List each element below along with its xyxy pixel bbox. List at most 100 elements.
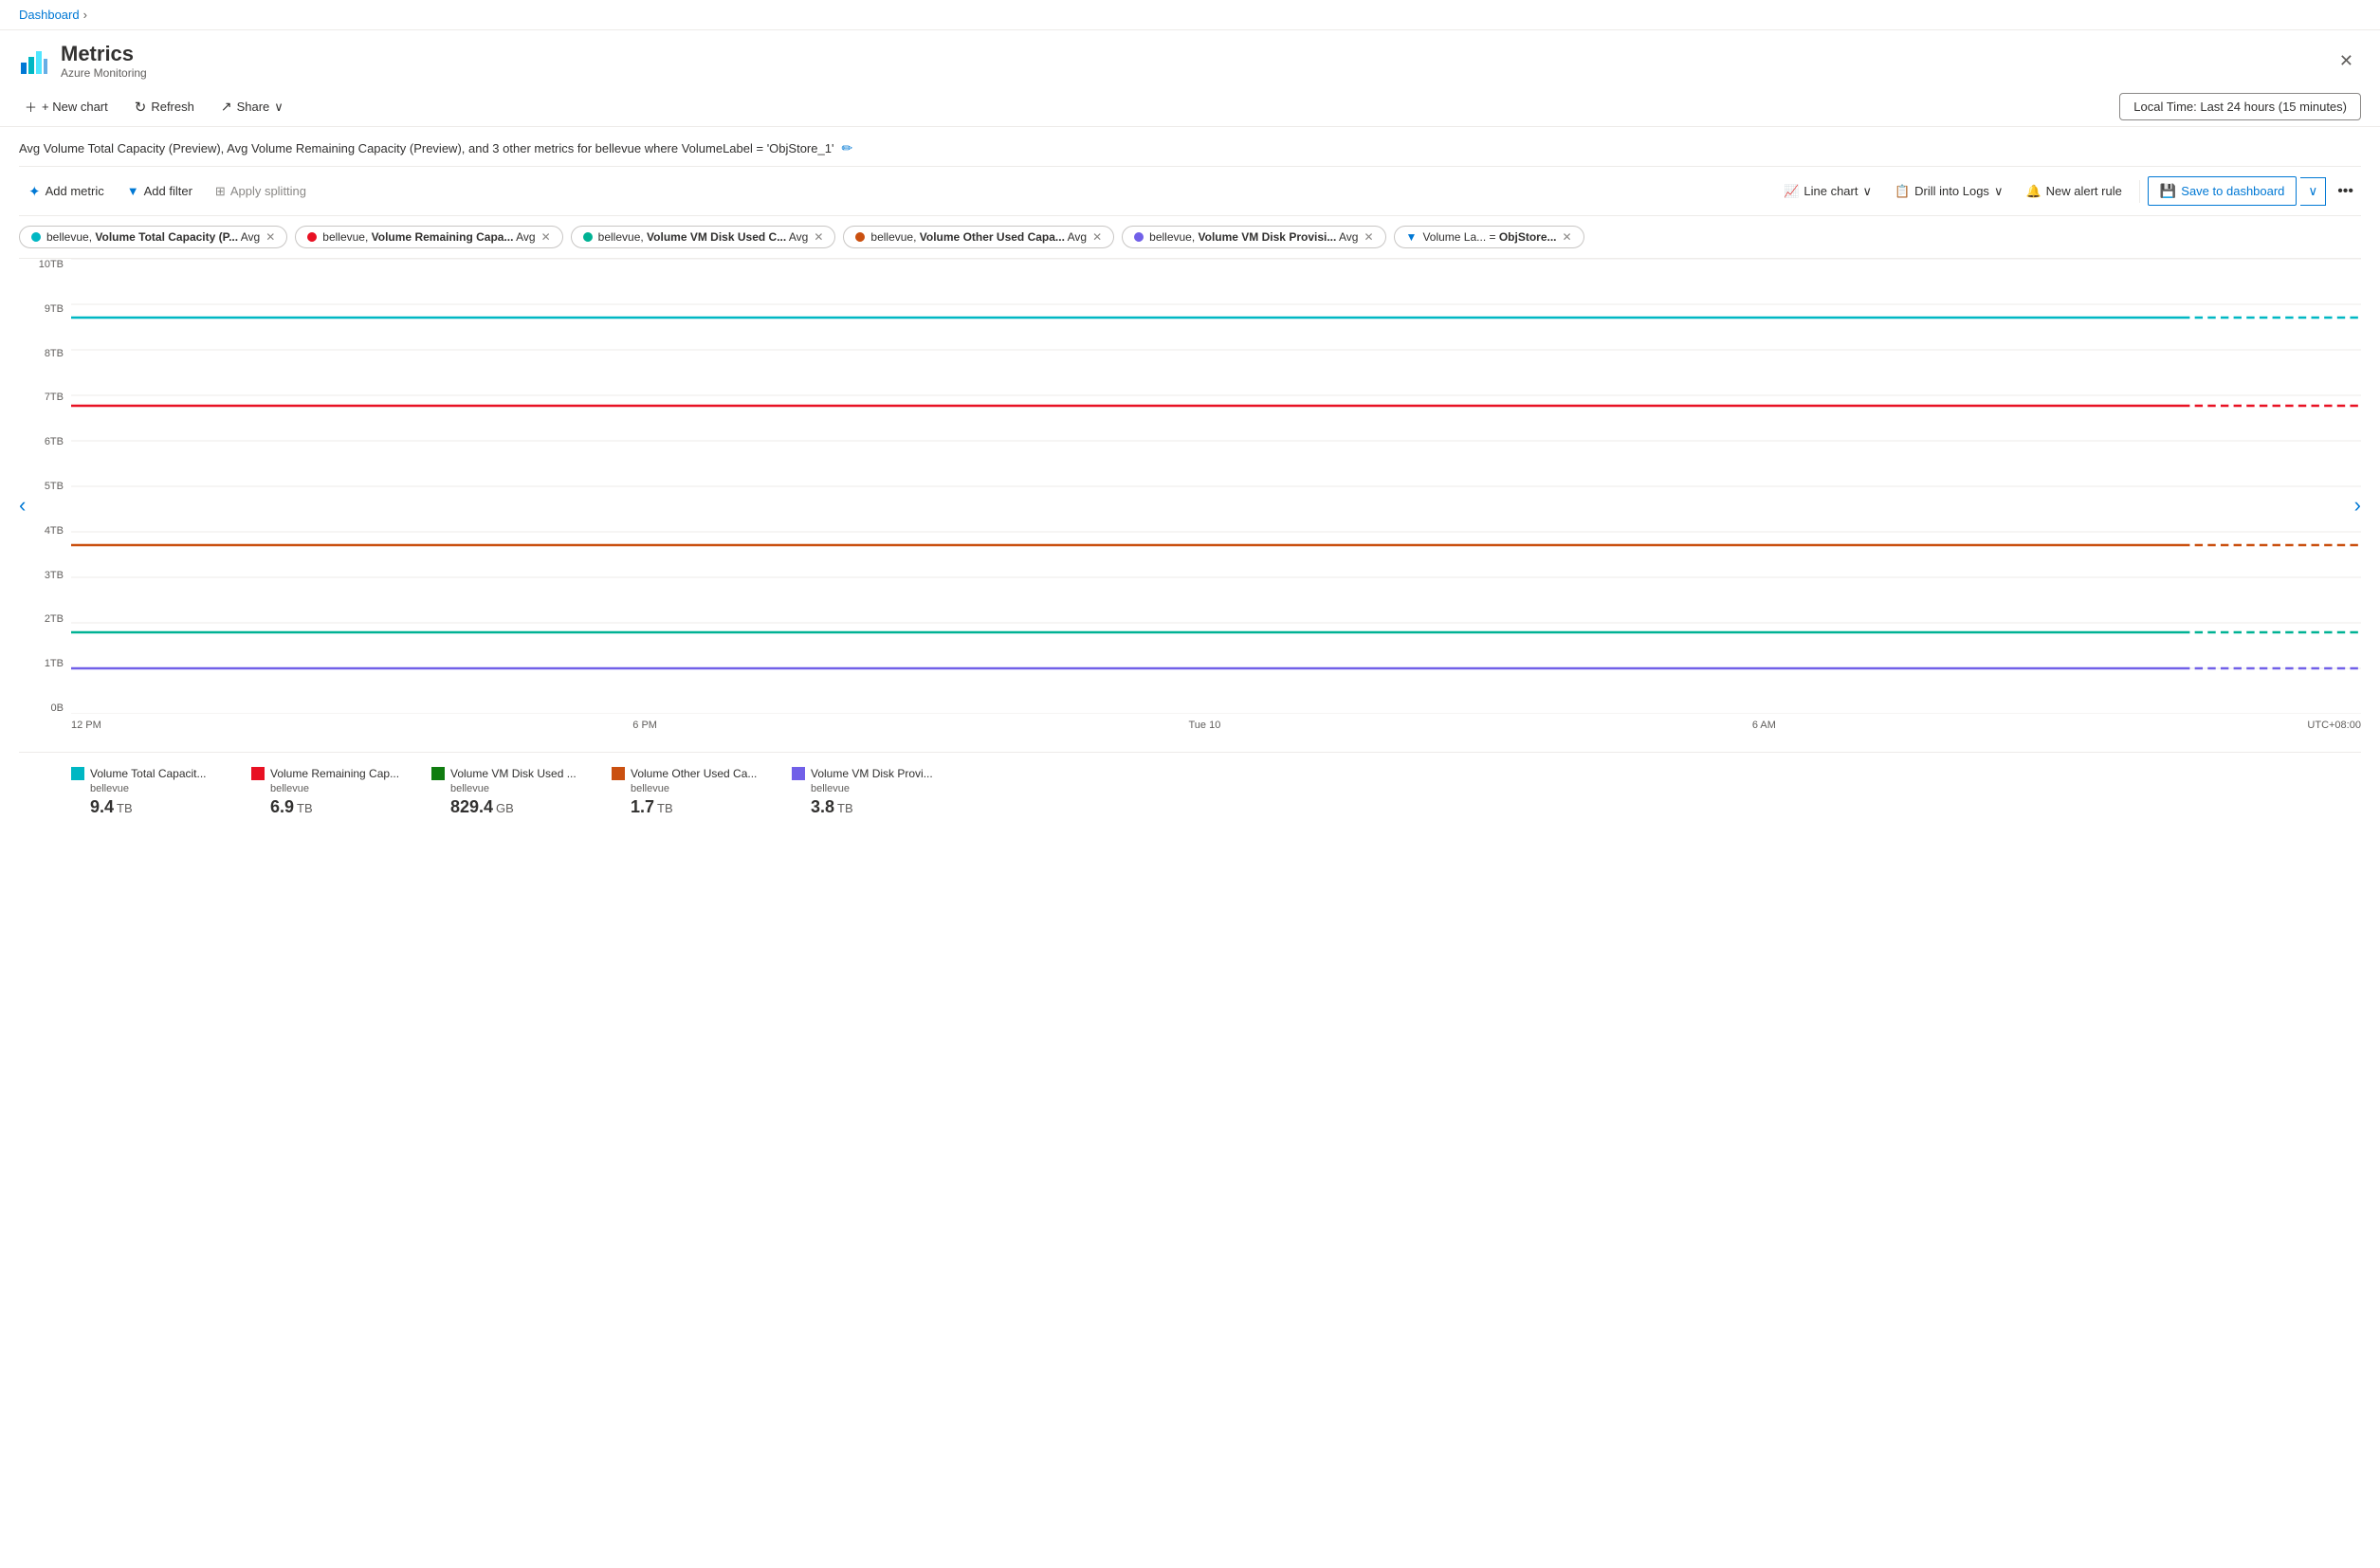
drill-logs-chevron: ∨ xyxy=(1994,184,2004,199)
page-header: Metrics Azure Monitoring ✕ xyxy=(0,30,2380,87)
add-filter-button[interactable]: ▼ Add filter xyxy=(118,178,202,204)
apply-splitting-label: Apply splitting xyxy=(230,184,306,198)
more-options-button[interactable]: ••• xyxy=(2330,177,2361,206)
alert-icon: 🔔 xyxy=(2025,184,2041,199)
add-metric-icon: ✦ xyxy=(28,183,41,200)
time-range-button[interactable]: Local Time: Last 24 hours (15 minutes) xyxy=(2119,93,2361,120)
refresh-icon: ↻ xyxy=(135,99,147,116)
line-chart-chevron: ∨ xyxy=(1862,184,1872,199)
y-label-0b: 0B xyxy=(51,702,64,714)
share-icon: ↗ xyxy=(221,99,232,115)
apply-splitting-button[interactable]: ⊞ Apply splitting xyxy=(206,178,316,205)
legend-vm-disk-used-sub: bellevue xyxy=(431,783,583,794)
legend-remaining-capacity-value: 6.9 TB xyxy=(251,797,403,817)
legend-other-used: Volume Other Used Ca... bellevue 1.7 TB xyxy=(612,767,763,817)
add-metric-button[interactable]: ✦ Add metric xyxy=(19,177,114,206)
breadcrumb-chevron: › xyxy=(83,8,87,22)
legend-vm-disk-used-color xyxy=(431,767,445,780)
split-icon: ⊞ xyxy=(215,184,226,199)
header-left: Metrics Azure Monitoring xyxy=(19,42,147,80)
page-title: Metrics xyxy=(61,42,147,66)
page-subtitle: Azure Monitoring xyxy=(61,66,147,80)
legend-total-capacity-sub: bellevue xyxy=(71,783,223,794)
y-label-8tb: 8TB xyxy=(45,348,64,359)
tag-remaining-capacity-label: bellevue, Volume Remaining Capa... Avg xyxy=(322,230,535,244)
tag-vm-disk-prov: bellevue, Volume VM Disk Provisi... Avg … xyxy=(1122,226,1385,248)
tag-total-capacity: bellevue, Volume Total Capacity (P... Av… xyxy=(19,226,287,248)
new-alert-rule-button[interactable]: 🔔 New alert rule xyxy=(2016,178,2131,205)
chart-area: ‹ › 10TB 9TB 8TB 7TB 6TB 5TB 4TB 3TB 2TB… xyxy=(19,259,2361,752)
tag-total-capacity-remove[interactable]: ✕ xyxy=(265,230,275,244)
legend-vm-disk-prov-unit: TB xyxy=(837,801,853,815)
breadcrumb[interactable]: Dashboard › xyxy=(19,8,87,22)
legend-area: Volume Total Capacit... bellevue 9.4 TB … xyxy=(19,752,2361,827)
tag-vm-disk-used-remove[interactable]: ✕ xyxy=(814,230,823,244)
share-chevron-icon: ∨ xyxy=(274,100,284,115)
legend-vm-disk-prov-sub: bellevue xyxy=(792,783,943,794)
line-chart-icon: 📈 xyxy=(1784,184,1799,199)
save-to-dashboard-button[interactable]: 💾 Save to dashboard xyxy=(2148,176,2298,206)
y-label-3tb: 3TB xyxy=(45,570,64,581)
legend-vm-disk-prov: Volume VM Disk Provi... bellevue 3.8 TB xyxy=(792,767,943,817)
tag-remaining-capacity: bellevue, Volume Remaining Capa... Avg ✕ xyxy=(295,226,562,248)
toolbar-left: ＋ + New chart ↻ Refresh ↗ Share ∨ xyxy=(19,94,289,119)
chart-nav-right-button[interactable]: › xyxy=(2354,493,2361,518)
legend-other-used-unit: TB xyxy=(657,801,673,815)
y-label-5tb: 5TB xyxy=(45,481,64,492)
drill-into-logs-label: Drill into Logs xyxy=(1914,184,1989,198)
chart-title-bar: Avg Volume Total Capacity (Preview), Avg… xyxy=(19,127,2361,167)
chart-svg xyxy=(71,259,2361,714)
legend-remaining-capacity-color xyxy=(251,767,265,780)
top-bar: Dashboard › xyxy=(0,0,2380,30)
refresh-label: Refresh xyxy=(151,100,194,114)
new-chart-label: + New chart xyxy=(42,100,108,114)
y-label-7tb: 7TB xyxy=(45,392,64,403)
refresh-button[interactable]: ↻ Refresh xyxy=(129,95,200,119)
legend-remaining-capacity-title: Volume Remaining Cap... xyxy=(270,767,399,780)
share-button[interactable]: ↗ Share ∨ xyxy=(215,95,289,119)
y-axis: 10TB 9TB 8TB 7TB 6TB 5TB 4TB 3TB 2TB 1TB… xyxy=(19,259,71,714)
tag-other-used: bellevue, Volume Other Used Capa... Avg … xyxy=(843,226,1114,248)
filter-tag-icon: ▼ xyxy=(1406,230,1418,244)
chart-nav-left-button[interactable]: ‹ xyxy=(19,493,26,518)
tag-dot-red xyxy=(307,232,317,242)
legend-total-capacity-unit: TB xyxy=(117,801,133,815)
legend-vm-disk-prov-color xyxy=(792,767,805,780)
drill-into-logs-button[interactable]: 📋 Drill into Logs ∨ xyxy=(1885,178,2012,205)
filter-tag-label: Volume La... = ObjStore... xyxy=(1422,230,1556,244)
y-label-4tb: 4TB xyxy=(45,525,64,537)
plus-icon: ＋ xyxy=(25,98,37,116)
tags-row: bellevue, Volume Total Capacity (P... Av… xyxy=(19,216,2361,259)
legend-vm-disk-used-unit: GB xyxy=(496,801,514,815)
y-label-2tb: 2TB xyxy=(45,613,64,625)
tag-dot-green xyxy=(583,232,593,242)
tag-filter-remove[interactable]: ✕ xyxy=(1563,230,1572,244)
share-label: Share xyxy=(237,100,270,114)
tag-filter: ▼ Volume La... = ObjStore... ✕ xyxy=(1394,226,1584,248)
save-to-dashboard-label: Save to dashboard xyxy=(2181,184,2284,198)
legend-total-capacity-header: Volume Total Capacit... xyxy=(71,767,223,780)
legend-other-used-title: Volume Other Used Ca... xyxy=(631,767,757,780)
legend-vm-disk-prov-value: 3.8 TB xyxy=(792,797,943,817)
add-metric-label: Add metric xyxy=(46,184,104,198)
legend-other-used-color xyxy=(612,767,625,780)
tag-vm-disk-prov-remove[interactable]: ✕ xyxy=(1364,230,1373,244)
metrics-toolbar-right: 📈 Line chart ∨ 📋 Drill into Logs ∨ 🔔 New… xyxy=(1774,176,2361,206)
time-range-label: Local Time: Last 24 hours (15 minutes) xyxy=(2133,100,2347,114)
chart-plot xyxy=(71,259,2361,714)
x-axis: 12 PM 6 PM Tue 10 6 AM UTC+08:00 xyxy=(71,714,2361,752)
new-chart-button[interactable]: ＋ + New chart xyxy=(19,94,114,119)
legend-other-used-value: 1.7 TB xyxy=(612,797,763,817)
line-chart-button[interactable]: 📈 Line chart ∨ xyxy=(1774,178,1881,205)
close-button[interactable]: ✕ xyxy=(2332,47,2361,75)
save-dashboard-chevron-button[interactable]: ∨ xyxy=(2300,177,2326,206)
tag-remaining-capacity-remove[interactable]: ✕ xyxy=(541,230,551,244)
chart-title-text: Avg Volume Total Capacity (Preview), Avg… xyxy=(19,141,833,155)
tag-dot-blue xyxy=(31,232,41,242)
tag-dot-orange xyxy=(855,232,865,242)
x-label-6pm: 6 PM xyxy=(632,720,657,731)
tag-other-used-remove[interactable]: ✕ xyxy=(1092,230,1102,244)
edit-icon[interactable]: ✏ xyxy=(841,140,852,156)
main-toolbar: ＋ + New chart ↻ Refresh ↗ Share ∨ Local … xyxy=(0,87,2380,127)
y-label-1tb: 1TB xyxy=(45,658,64,669)
